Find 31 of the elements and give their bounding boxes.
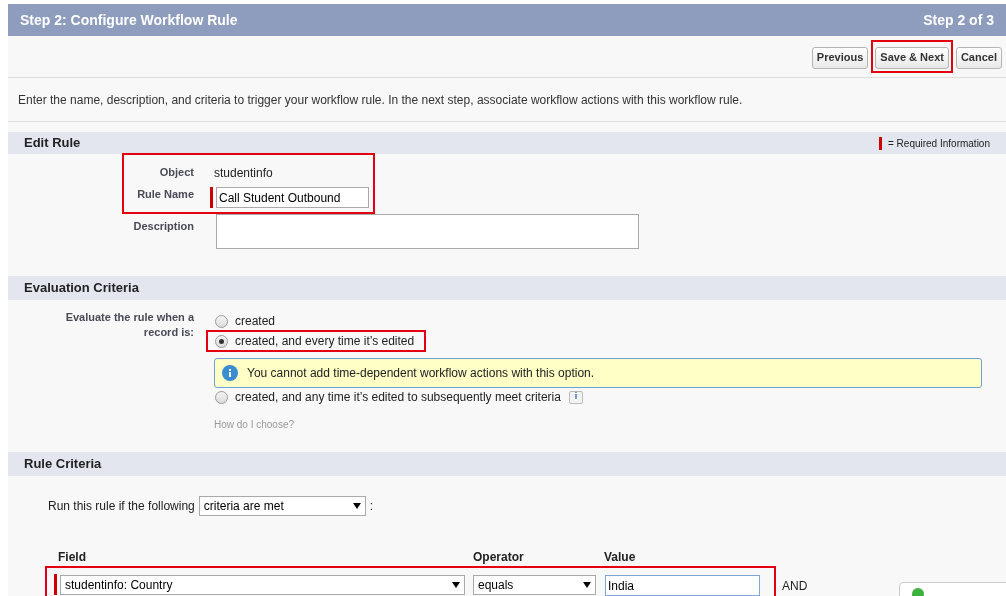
column-header: Value <box>604 549 636 566</box>
wizard-button[interactable]: Previous <box>811 46 869 69</box>
field-label: Description <box>133 220 194 232</box>
value-field[interactable]: India <box>605 575 760 596</box>
criteria-label: Run this rule if the following <box>48 498 195 515</box>
field-label: Evaluate the rule when a record is: <box>65 311 194 338</box>
operator-dropdown[interactable]: equals <box>473 575 596 595</box>
criteria-suffix: : <box>369 498 374 515</box>
info-button[interactable]: i <box>568 390 583 404</box>
criteria-dropdown[interactable]: criteria are met <box>198 496 366 516</box>
field-label: Rule Name <box>137 188 194 200</box>
page-title: Step 2: Configure Workflow Rule <box>20 10 238 30</box>
column-header: Operator <box>473 549 524 566</box>
section-title: Edit Rule <box>24 134 81 153</box>
required-legend: = Required Information <box>888 135 990 151</box>
field-dropdown[interactable]: studentinfo: Country <box>60 575 465 595</box>
section-title: Evaluation Criteria <box>24 279 139 298</box>
radio-label: created, and every time it’s edited <box>235 333 415 350</box>
wizard-button[interactable]: Save & Next <box>875 46 949 69</box>
field-label: Object <box>159 166 194 178</box>
notice-text: You cannot add time-dependent workflow actions with this option. <box>247 365 595 382</box>
wizard-button[interactable]: Cancel <box>955 46 1002 69</box>
conjunction-label: AND <box>782 578 808 595</box>
column-header: Field <box>58 549 86 566</box>
rule-name-field[interactable]: Call Student Outbound <box>216 187 369 208</box>
radio-label: created, and any time it’s edited to subsequently meet criteria <box>235 389 561 406</box>
section-title: Rule Criteria <box>24 455 102 474</box>
radio-label: created <box>235 313 276 330</box>
object-value: studentinfo <box>214 165 273 182</box>
step-indicator: Step 2 of 3 <box>923 10 994 30</box>
intro-text: Enter the name, description, and criteria to trigger your workflow rule. In the next step, associate workflow actions with this workflow rule. <box>18 91 743 109</box>
